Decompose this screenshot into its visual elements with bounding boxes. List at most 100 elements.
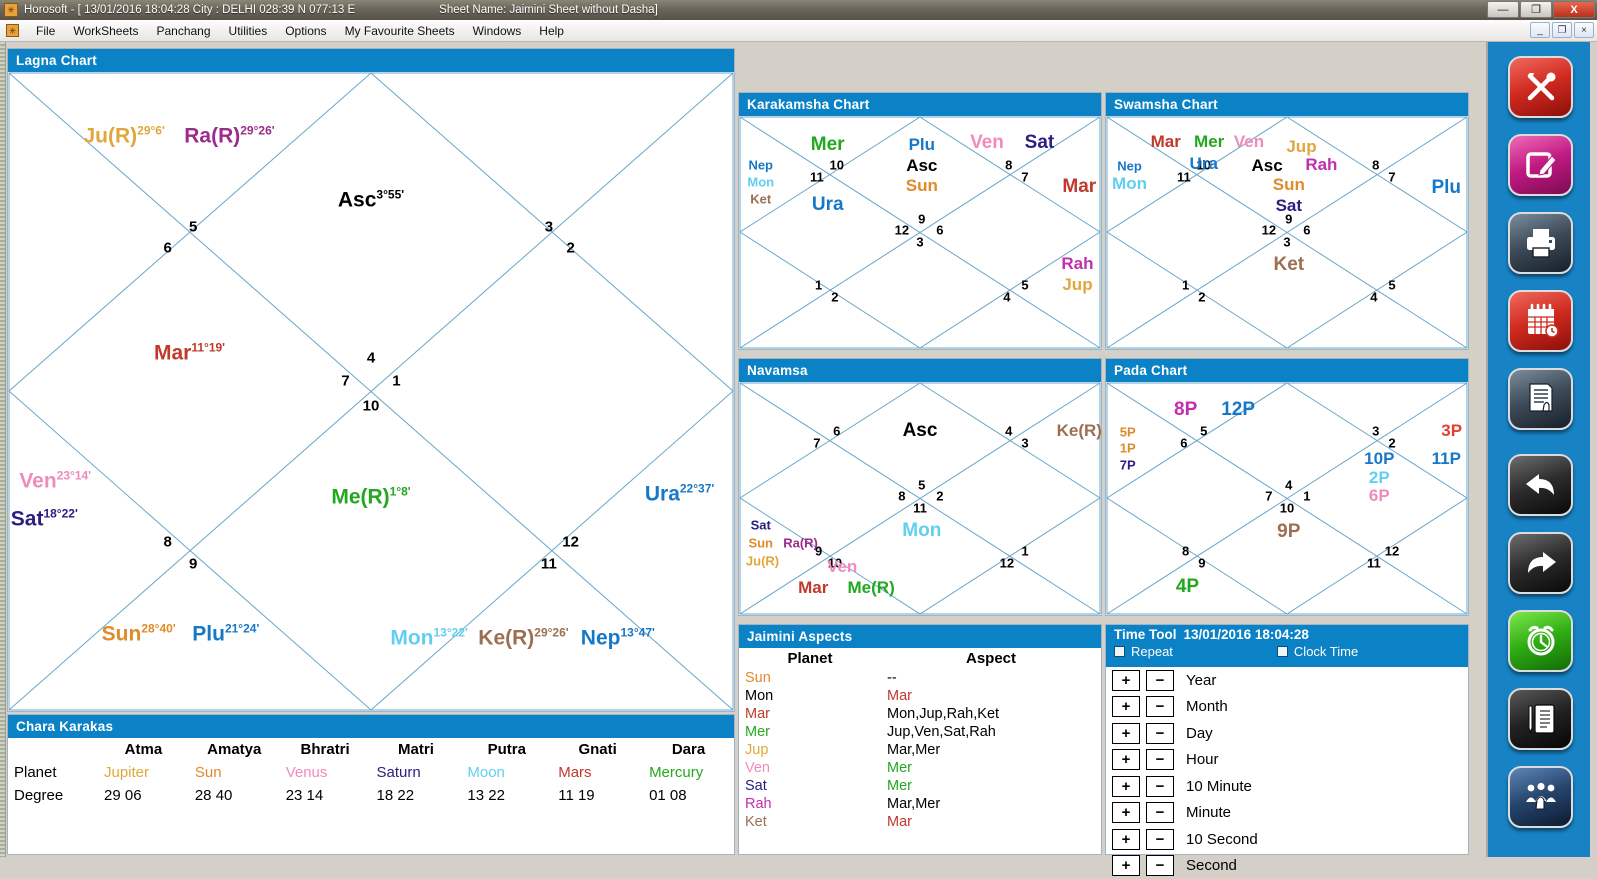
chara-degree-cell: 29 06 [98, 784, 189, 807]
house-number: 11 [913, 500, 927, 515]
planet-label: Ven [827, 557, 857, 577]
menu-item-my-favourite-sheets[interactable]: My Favourite Sheets [336, 22, 464, 40]
clients-button[interactable] [1508, 766, 1573, 828]
lagna-chart-body[interactable]: 563247110891211Ju(R)29°6'Ra(R)29°26'Asc3… [8, 72, 734, 711]
decrement-button[interactable]: − [1146, 696, 1174, 717]
print-button[interactable] [1508, 212, 1573, 274]
printer-icon [1522, 226, 1560, 260]
right-toolbar [1478, 42, 1597, 857]
menu-item-utilities[interactable]: Utilities [220, 22, 277, 40]
house-number: 8 [898, 489, 905, 504]
house-number: 3 [1021, 435, 1028, 450]
back-button[interactable] [1508, 454, 1573, 516]
increment-button[interactable]: + [1112, 670, 1140, 691]
forward-button[interactable] [1508, 532, 1573, 594]
chara-planet-row: PlanetJupiterSunVenusSaturnMoonMarsMercu… [8, 761, 734, 784]
house-number: 12 [562, 534, 579, 551]
house-number: 7 [1265, 489, 1272, 504]
mdi-close-button[interactable]: × [1574, 22, 1594, 38]
time-tool-stepper-rows: +−Year+−Month+−Day+−Hour+−10 Minute+−Min… [1106, 667, 1468, 879]
chara-col-amatya: Amatya [189, 738, 280, 761]
people-select-icon [1522, 781, 1560, 813]
house-number: 7 [341, 372, 349, 389]
tools-button[interactable] [1508, 56, 1573, 118]
planet-label: 1P [1120, 441, 1136, 456]
chara-karakas-body: Atma Amatya Bhratri Matri Putra Gnati Da… [8, 738, 734, 807]
clock-time-checkbox-box[interactable] [1277, 646, 1288, 657]
menu-item-file[interactable]: File [27, 22, 64, 40]
increment-button[interactable]: + [1112, 696, 1140, 717]
planet-label: Sat [751, 518, 771, 533]
time-tool-row: +−Month [1106, 694, 1468, 721]
planet-label: Mer [1194, 132, 1224, 152]
restore-button[interactable]: ❐ [1520, 1, 1552, 18]
planet-label: Sun [748, 535, 773, 550]
house-number: 4 [367, 350, 375, 367]
swamsha-chart-labels: 101187912631254MarMerVenJupNepUraAscRahM… [1106, 116, 1468, 349]
document-button[interactable] [1508, 368, 1573, 430]
house-number: 7 [1021, 169, 1028, 184]
mdi-minimize-button[interactable]: _ [1530, 22, 1550, 38]
clock-button[interactable] [1508, 610, 1573, 672]
time-tool-datetime: 13/01/2016 18:04:28 [1184, 627, 1309, 642]
menu-item-panchang[interactable]: Panchang [147, 22, 219, 40]
planet-label: 12P [1221, 399, 1255, 421]
pada-chart-labels: 5632471108912118P12P5P1P7P3P10P11P2P6P9P… [1106, 382, 1468, 615]
house-number: 11 [1367, 555, 1381, 570]
close-button[interactable]: X [1553, 1, 1595, 18]
chara-degree-cell: 28 40 [189, 784, 280, 807]
planet-label: Asc3°55' [338, 187, 404, 212]
menu-item-windows[interactable]: Windows [464, 22, 531, 40]
decrement-button[interactable]: − [1146, 829, 1174, 850]
chara-planet-cell: Mercury [643, 761, 734, 784]
increment-button[interactable]: + [1112, 776, 1140, 797]
arrow-right-icon [1521, 548, 1561, 578]
decrement-button[interactable]: − [1146, 749, 1174, 770]
planet-label: 5P [1120, 425, 1136, 440]
decrement-button[interactable]: − [1146, 776, 1174, 797]
karakamsha-chart-body[interactable]: 101187912631254MerPluVenSatNepMonKetAscS… [739, 116, 1101, 349]
menu-item-worksheets[interactable]: WorkSheets [64, 22, 147, 40]
chara-degree-cell: 11 19 [552, 784, 643, 807]
menu-item-help[interactable]: Help [530, 22, 573, 40]
increment-button[interactable]: + [1112, 749, 1140, 770]
notes-button[interactable] [1508, 688, 1573, 750]
increment-button[interactable]: + [1112, 829, 1140, 850]
time-tool-row: +−Second [1106, 853, 1468, 879]
chara-degree-row: Degree29 0628 4023 1418 2213 2211 1901 0… [8, 784, 734, 807]
repeat-checkbox-box[interactable] [1114, 646, 1125, 657]
chara-row-label-planet: Planet [8, 761, 98, 784]
house-number: 12 [1262, 223, 1276, 238]
house-number: 11 [810, 169, 824, 184]
mdi-window-controls: _ ❐ × [1530, 22, 1594, 38]
menu-item-options[interactable]: Options [276, 22, 335, 40]
decrement-button[interactable]: − [1146, 723, 1174, 744]
increment-button[interactable]: + [1112, 723, 1140, 744]
house-number: 2 [831, 289, 838, 304]
decrement-button[interactable]: − [1146, 855, 1174, 876]
house-number: 8 [1182, 543, 1189, 558]
pada-chart-body[interactable]: 5632471108912118P12P5P1P7P3P10P11P2P6P9P… [1106, 382, 1468, 615]
jaimini-aspects-table: Planet Aspect Sun--MonMarMarMon,Jup,Rah,… [739, 648, 1101, 831]
repeat-checkbox[interactable]: Repeat [1114, 644, 1173, 659]
calendar-button[interactable] [1508, 290, 1573, 352]
navamsa-chart-labels: 674358211910112AscKe(R)SatSunRa(R)Ju(R)M… [739, 382, 1101, 615]
planet-label: 6P [1369, 486, 1390, 506]
minimize-button[interactable]: — [1487, 1, 1519, 18]
chara-planet-cell: Saturn [371, 761, 462, 784]
jaimini-planet-cell: Mer [739, 723, 881, 741]
decrement-button[interactable]: − [1146, 670, 1174, 691]
mdi-restore-button[interactable]: ❐ [1552, 22, 1572, 38]
increment-button[interactable]: + [1112, 855, 1140, 876]
jaimini-aspect-row: KetMar [739, 813, 1101, 831]
planet-label: Ven23°14' [19, 468, 91, 493]
navamsa-chart-body[interactable]: 674358211910112AscKe(R)SatSunRa(R)Ju(R)M… [739, 382, 1101, 615]
swamsha-chart-body[interactable]: 101187912631254MarMerVenJupNepUraAscRahM… [1106, 116, 1468, 349]
clock-time-checkbox[interactable]: Clock Time [1277, 644, 1358, 659]
decrement-button[interactable]: − [1146, 802, 1174, 823]
edit-button[interactable] [1508, 134, 1573, 196]
jaimini-aspect-row: RahMar,Mer [739, 795, 1101, 813]
increment-button[interactable]: + [1112, 802, 1140, 823]
window-titlebar: ✳ Horosoft - [ 13/01/2016 18:04:28 City … [0, 0, 1597, 20]
house-number: 1 [1303, 489, 1310, 504]
